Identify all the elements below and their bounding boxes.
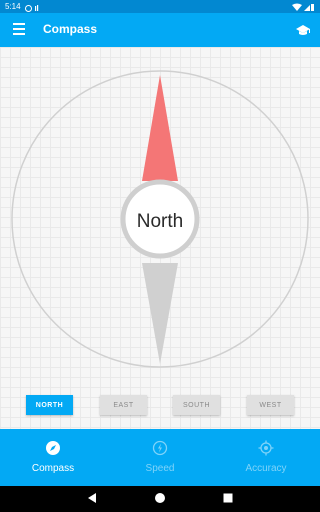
graduation-cap-icon[interactable] (295, 22, 311, 38)
nav-item-accuracy[interactable]: Accuracy (213, 429, 319, 486)
nav-item-compass[interactable]: Compass (0, 429, 106, 486)
direction-west-button[interactable]: WEST (247, 395, 294, 415)
system-navigation-bar (0, 486, 320, 512)
nav-label-speed: Speed (145, 463, 175, 474)
compass-panel: North (0, 47, 320, 429)
recents-icon[interactable] (222, 492, 234, 504)
heading-label: North (137, 211, 183, 232)
bottom-navigation: Compass Speed Accuracy (0, 429, 320, 486)
speedometer-icon (152, 440, 168, 456)
battery-icon (311, 4, 314, 11)
direction-south-button[interactable]: SOUTH (173, 395, 220, 415)
nav-label-compass: Compass (31, 463, 75, 474)
app-title: Compass (43, 22, 98, 36)
direction-buttons: NORTH EAST SOUTH WEST (0, 395, 320, 417)
home-icon[interactable] (154, 492, 166, 504)
signal-icon (304, 5, 310, 11)
needle-south (142, 263, 178, 364)
hamburger-menu-icon[interactable] (13, 23, 25, 37)
status-bar: 5:14 (0, 0, 320, 13)
gps-target-icon (258, 440, 274, 456)
compass-dial: North (11, 70, 309, 368)
back-icon[interactable] (86, 492, 98, 504)
nav-label-accuracy: Accuracy (245, 463, 287, 474)
nav-item-speed[interactable]: Speed (107, 429, 213, 486)
direction-east-button[interactable]: EAST (100, 395, 147, 415)
needle-north (142, 75, 178, 181)
wifi-icon (292, 3, 302, 11)
app-bar: Compass (0, 13, 320, 47)
status-time: 5:14 (5, 2, 21, 11)
direction-north-button[interactable]: NORTH (26, 395, 73, 415)
compass-icon (46, 441, 60, 455)
